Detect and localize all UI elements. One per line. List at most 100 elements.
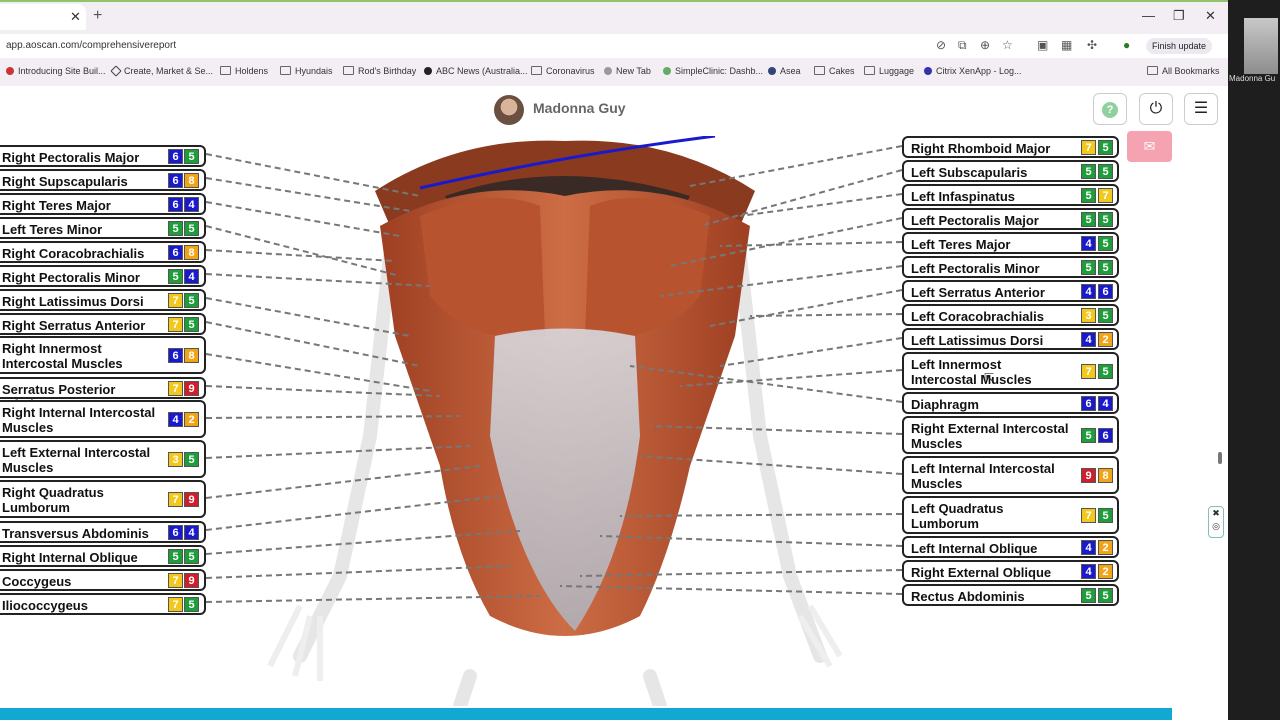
restore-icon[interactable]: ❐ — [1173, 8, 1185, 24]
star-icon[interactable]: ☆ — [1002, 38, 1013, 52]
score-badge: 5 — [184, 597, 199, 612]
close-widget-icon[interactable]: ✖ — [1212, 508, 1220, 518]
muscle-label[interactable]: Left Infaspinatus 5 7 — [902, 184, 1119, 206]
score-badge: 5 — [184, 549, 199, 564]
close-window-icon[interactable]: ✕ — [1205, 8, 1216, 24]
muscle-label[interactable]: Right Internal Intercostal Muscles 4 2 — [0, 400, 206, 438]
tracking-icon[interactable]: ⊘ — [936, 38, 946, 52]
bookmark-item[interactable]: Introducing Site Buil... — [6, 66, 106, 76]
score-badge: 6 — [168, 348, 183, 363]
bookmark-folder[interactable]: Luggage — [864, 66, 914, 76]
muscle-label[interactable]: Left Quadratus Lumborum 7 5 — [902, 496, 1119, 534]
bookmark-item[interactable]: Create, Market & Se... — [110, 65, 213, 77]
participant-video[interactable] — [1244, 18, 1278, 74]
browser-tab[interactable]: ✕ — [0, 4, 86, 30]
bookmark-item[interactable]: Asea — [768, 66, 801, 76]
muscle-label[interactable]: Left Coracobrachialis 3 5 — [902, 304, 1119, 326]
muscle-label[interactable]: Right Internal Oblique 5 5 — [0, 545, 206, 567]
minimize-icon[interactable]: — — [1142, 8, 1155, 23]
scrollbar-thumb[interactable] — [1218, 452, 1222, 464]
score-badge: 5 — [1081, 164, 1096, 179]
muscle-label[interactable]: Right Innermost Intercostal Muscles 6 8 — [0, 336, 206, 374]
score-badge: 4 — [1081, 564, 1096, 579]
bookmark-item[interactable]: SimpleClinic: Dashb... — [663, 66, 763, 76]
page-scrollbar[interactable] — [1216, 136, 1224, 716]
cast-icon[interactable]: ⧉ — [958, 38, 967, 53]
side-widget[interactable]: ✖ ◎ — [1208, 506, 1224, 538]
score-badge: 9 — [184, 573, 199, 588]
muscle-label[interactable]: Right Supscapularis 6 8 — [0, 169, 206, 191]
profile-icon[interactable]: ● — [1123, 38, 1130, 52]
muscle-label[interactable]: Right Pectoralis Minor 5 4 — [0, 265, 206, 287]
muscle-label[interactable]: Coccygeus 7 9 — [0, 569, 206, 591]
help-button[interactable]: ? — [1093, 93, 1127, 125]
muscle-label[interactable]: Left Internal Intercostal Muscles 9 8 — [902, 456, 1119, 494]
bookmark-folder[interactable]: Hyundais — [280, 66, 333, 76]
muscle-label[interactable]: Right Latissimus Dorsi 7 5 — [0, 289, 206, 311]
puzzle-icon[interactable]: ✣ — [1087, 38, 1097, 52]
muscle-label[interactable]: Rectus Abdominis 5 5 — [902, 584, 1119, 606]
finish-update-button[interactable]: Finish update — [1146, 38, 1213, 54]
bookmark-item[interactable]: Citrix XenApp - Log... — [924, 66, 1022, 76]
muscle-label[interactable]: Right Quadratus Lumborum 7 9 — [0, 480, 206, 518]
score-badge: 5 — [1098, 236, 1113, 251]
score-badge: 7 — [1098, 188, 1113, 203]
bookmark-folder[interactable]: Cakes — [814, 66, 855, 76]
bookmark-folder[interactable]: Rod's Birthday — [343, 66, 416, 76]
muscle-label[interactable]: Left Teres Minor 5 5 — [0, 217, 206, 239]
muscle-label[interactable]: Right Serratus Anterior 7 5 — [0, 313, 206, 335]
muscle-label[interactable]: Left External Intercostal Muscles 3 5 — [0, 440, 206, 478]
mail-button[interactable]: ✉ — [1127, 131, 1172, 162]
zoom-icon[interactable]: ⊕ — [980, 38, 990, 52]
muscle-label[interactable]: Left Internal Oblique 4 2 — [902, 536, 1119, 558]
target-icon[interactable]: ◎ — [1212, 521, 1220, 531]
muscle-label[interactable]: Iliococcygeus 7 5 — [0, 593, 206, 615]
muscle-label[interactable]: Right External Intercostal Muscles 5 6 — [902, 416, 1119, 454]
muscle-label[interactable]: Left Innermost Intercostal Muscles 7 5 — [902, 352, 1119, 390]
address-bar[interactable]: app.aoscan.com/comprehensivereport ⊘ ⧉ ⊕… — [0, 34, 1228, 58]
bookmark-folder[interactable]: Coronavirus — [531, 66, 595, 76]
score-badge: 7 — [168, 293, 183, 308]
sheets-icon[interactable]: ▦ — [1061, 38, 1072, 52]
muscle-name: Left Serratus Anterior — [911, 285, 1045, 300]
muscle-label[interactable]: Left Pectoralis Minor 5 5 — [902, 256, 1119, 278]
score-badge: 9 — [184, 492, 199, 507]
muscle-label[interactable]: Left Latissimus Dorsi 4 2 — [902, 328, 1119, 350]
muscle-label[interactable]: Transversus Abdominis 6 4 — [0, 521, 206, 543]
muscle-label[interactable]: Right Pectoralis Major 6 5 — [0, 145, 206, 167]
url-text[interactable]: app.aoscan.com/comprehensivereport — [6, 40, 176, 51]
plug-icon: ⏻ — [1149, 100, 1163, 117]
all-bookmarks[interactable]: All Bookmarks — [1147, 66, 1220, 76]
muscle-label[interactable]: Left Subscapularis 5 5 — [902, 160, 1119, 182]
muscle-label[interactable]: Right Coracobrachialis 6 8 — [0, 241, 206, 263]
score-badge: 4 — [1081, 284, 1096, 299]
bookmark-folder[interactable]: Holdens — [220, 66, 268, 76]
extension-icon[interactable]: ▣ — [1037, 38, 1048, 52]
score-badge: 5 — [1098, 164, 1113, 179]
muscle-label[interactable]: Right External Oblique 4 2 — [902, 560, 1119, 582]
muscle-name: Right Quadratus Lumborum — [2, 485, 104, 515]
score-badge: 6 — [1098, 284, 1113, 299]
muscle-label[interactable]: Diaphragm 6 4 — [902, 392, 1119, 414]
score-badge: 7 — [168, 381, 183, 396]
score-badge: 4 — [184, 197, 199, 212]
score-badge: 7 — [168, 317, 183, 332]
muscle-label[interactable]: Left Pectoralis Major 5 5 — [902, 208, 1119, 230]
bookmark-item[interactable]: ABC News (Australia... — [424, 66, 528, 76]
muscle-label[interactable]: Left Teres Major 4 5 — [902, 232, 1119, 254]
video-call-strip: Madonna Gu — [1228, 0, 1280, 720]
muscle-label[interactable]: Serratus Posterior Inferior79 — [0, 377, 206, 412]
muscle-label[interactable]: Left Serratus Anterior 4 6 — [902, 280, 1119, 302]
bookmark-item[interactable]: New Tab — [604, 66, 651, 76]
muscle-label[interactable]: Right Rhomboid Major 7 5 — [902, 136, 1119, 158]
plug-button[interactable]: ⏻ — [1139, 93, 1173, 125]
score-badge: 5 — [168, 549, 183, 564]
score-badge: 5 — [1098, 212, 1113, 227]
muscle-name: Right Internal Oblique — [2, 550, 138, 565]
menu-button[interactable]: ☰ — [1184, 93, 1218, 125]
close-tab-icon[interactable]: ✕ — [70, 9, 81, 25]
new-tab-icon[interactable]: + — [93, 7, 102, 25]
participant-name: Madonna Gu — [1229, 74, 1276, 83]
muscle-label[interactable]: Right Teres Major 6 4 — [0, 193, 206, 215]
muscle-name: Right Internal Intercostal Muscles — [2, 405, 156, 435]
